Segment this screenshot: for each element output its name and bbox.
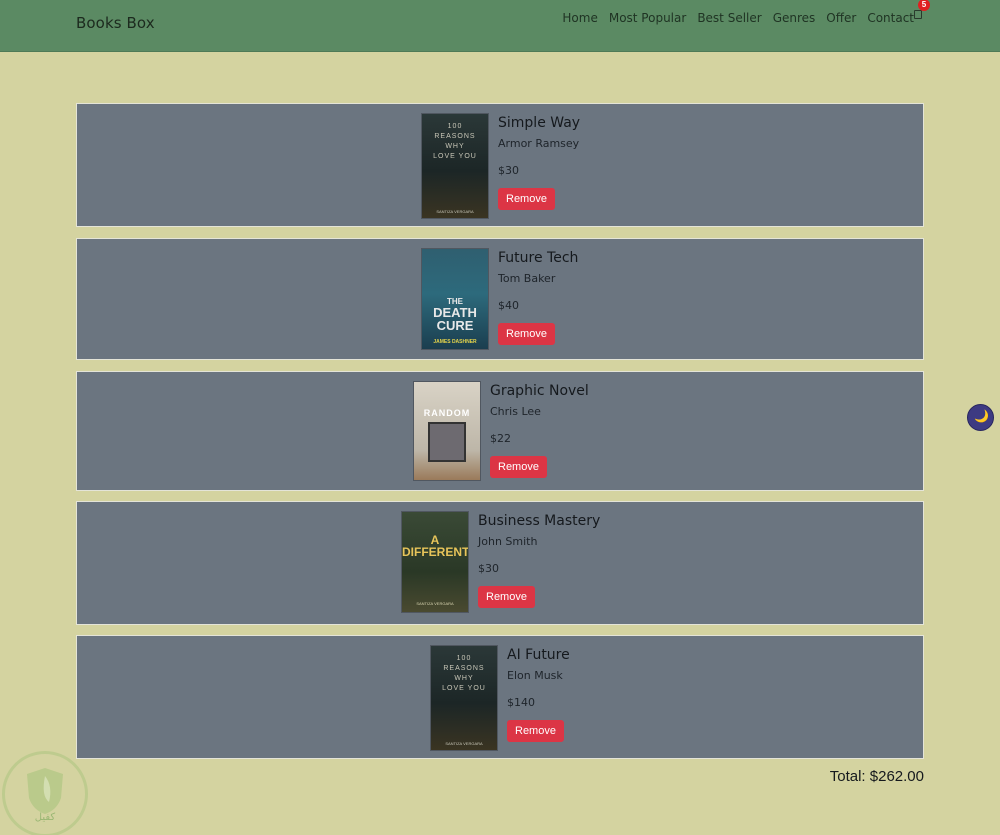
watermark-text: كفيل bbox=[34, 812, 56, 823]
book-cover: RANDOM bbox=[414, 382, 480, 480]
item-info: Business Mastery John Smith $30 Remove bbox=[478, 512, 600, 612]
nav-menu: Home Most Popular Best Seller Genres Off… bbox=[562, 11, 914, 25]
cover-text: REASONS bbox=[443, 665, 485, 672]
cover-text: WHY bbox=[445, 143, 465, 150]
item-price: $40 bbox=[498, 299, 519, 312]
book-cover: A DIFFERENT SANTIZA VERGARA bbox=[402, 512, 468, 612]
remove-button[interactable]: Remove bbox=[490, 456, 547, 478]
cover-text: LOVE YOU bbox=[442, 685, 486, 692]
cover-credit: JAMES DASHNER bbox=[433, 339, 477, 345]
theme-toggle-button[interactable]: 🌙 bbox=[967, 404, 994, 431]
cover-text: A DIFFERENT bbox=[402, 533, 468, 559]
navbar: Books Box Home Most Popular Best Seller … bbox=[0, 0, 1000, 52]
item-title: AI Future bbox=[507, 647, 570, 663]
cart-item-content: RANDOM Graphic Novel Chris Lee $22 Remov… bbox=[414, 382, 589, 480]
cart-item: A DIFFERENT SANTIZA VERGARA Business Mas… bbox=[76, 501, 924, 625]
brand-logo[interactable]: Books Box bbox=[76, 14, 155, 32]
nav-link-best-seller[interactable]: Best Seller bbox=[697, 11, 761, 25]
cart-item-content: 100 REASONS WHY LOVE YOU SANTIZA VERGARA… bbox=[431, 646, 570, 750]
moon-icon: 🌙 bbox=[974, 409, 989, 423]
item-title: Future Tech bbox=[498, 250, 579, 266]
book-cover: THE DEATH CURE JAMES DASHNER bbox=[422, 249, 488, 349]
item-info: Graphic Novel Chris Lee $22 Remove bbox=[490, 382, 589, 480]
nav-link-contact[interactable]: Contact bbox=[867, 11, 914, 25]
nav-link-most-popular[interactable]: Most Popular bbox=[609, 11, 686, 25]
watermark-logo: كفيل bbox=[2, 751, 88, 835]
remove-button[interactable]: Remove bbox=[478, 586, 535, 608]
nav-link-genres[interactable]: Genres bbox=[773, 11, 816, 25]
cover-text: LOVE YOU bbox=[433, 153, 477, 160]
cover-text: WHY bbox=[454, 675, 474, 682]
nav-link-home[interactable]: Home bbox=[562, 11, 597, 25]
cover-credit: SANTIZA VERGARA bbox=[416, 601, 454, 606]
item-title: Graphic Novel bbox=[490, 383, 589, 399]
cart-item: THE DEATH CURE JAMES DASHNER Future Tech… bbox=[76, 238, 924, 360]
book-cover: 100 REASONS WHY LOVE YOU SANTIZA VERGARA bbox=[422, 114, 488, 218]
cover-text: 100 bbox=[447, 123, 463, 130]
item-info: Simple Way Armor Ramsey $30 Remove bbox=[498, 114, 580, 218]
item-price: $22 bbox=[490, 432, 511, 445]
cart-item-content: A DIFFERENT SANTIZA VERGARA Business Mas… bbox=[402, 512, 600, 612]
remove-button[interactable]: Remove bbox=[507, 720, 564, 742]
item-price: $30 bbox=[478, 562, 499, 575]
cover-credit: SANTIZA VERGARA bbox=[436, 209, 474, 214]
item-author: Chris Lee bbox=[490, 405, 541, 418]
cart-item: 100 REASONS WHY LOVE YOU SANTIZA VERGARA… bbox=[76, 103, 924, 227]
cover-text: 100 bbox=[456, 655, 472, 662]
item-info: AI Future Elon Musk $140 Remove bbox=[507, 646, 570, 750]
cart-item: 100 REASONS WHY LOVE YOU SANTIZA VERGARA… bbox=[76, 635, 924, 759]
item-author: Tom Baker bbox=[498, 272, 556, 285]
cover-text: RANDOM bbox=[423, 408, 471, 418]
item-author: Elon Musk bbox=[507, 669, 563, 682]
item-author: Armor Ramsey bbox=[498, 137, 580, 150]
book-cover: 100 REASONS WHY LOVE YOU SANTIZA VERGARA bbox=[431, 646, 497, 750]
nav-link-offer[interactable]: Offer bbox=[826, 11, 856, 25]
cart-count-badge: 5 bbox=[918, 0, 930, 11]
cart-item-content: 100 REASONS WHY LOVE YOU SANTIZA VERGARA… bbox=[422, 114, 580, 218]
item-price: $140 bbox=[507, 696, 535, 709]
cart-item: RANDOM Graphic Novel Chris Lee $22 Remov… bbox=[76, 371, 924, 491]
item-price: $30 bbox=[498, 164, 519, 177]
item-author: John Smith bbox=[478, 535, 538, 548]
remove-button[interactable]: Remove bbox=[498, 323, 555, 345]
cover-text: REASONS bbox=[434, 133, 476, 140]
cover-credit: SANTIZA VERGARA bbox=[445, 741, 483, 746]
cover-image bbox=[428, 422, 466, 462]
cart-item-content: THE DEATH CURE JAMES DASHNER Future Tech… bbox=[422, 249, 578, 349]
cover-text: CURE bbox=[436, 318, 474, 333]
cart-body bbox=[914, 10, 922, 19]
remove-button[interactable]: Remove bbox=[498, 188, 555, 210]
cart-icon[interactable]: 5 bbox=[913, 0, 930, 20]
item-title: Simple Way bbox=[498, 115, 581, 131]
item-info: Future Tech Tom Baker $40 Remove bbox=[498, 249, 578, 349]
cart-total: Total: $262.00 bbox=[829, 768, 924, 785]
item-title: Business Mastery bbox=[478, 513, 601, 529]
